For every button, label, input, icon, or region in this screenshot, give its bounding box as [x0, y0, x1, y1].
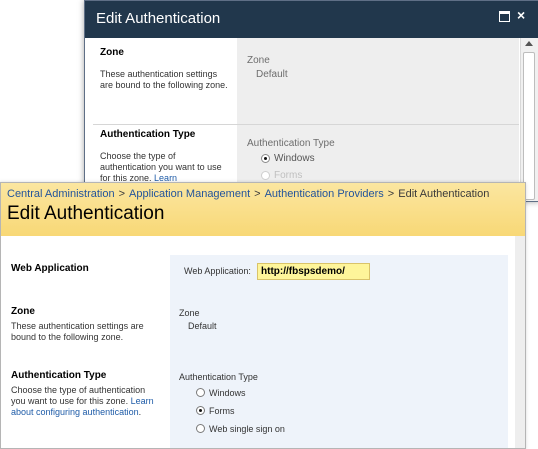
zone-section: Zone These authentication settings are b… — [5, 298, 508, 363]
scroll-up-arrow-icon[interactable] — [525, 41, 533, 46]
web-application-section: Web Application Web Application: http://… — [5, 255, 508, 298]
option-windows-label: Windows — [209, 388, 246, 398]
breadcrumb-application-management[interactable]: Application Management — [129, 188, 250, 200]
option-forms-label: Forms — [209, 406, 235, 416]
dialog-radio-windows[interactable] — [261, 154, 270, 163]
dialog-zone-description: These authentication settings are bound … — [100, 69, 228, 90]
authentication-type-description: Choose the type of authentication you wa… — [11, 385, 154, 417]
web-application-field-label: Web Application: — [184, 266, 251, 276]
option-web-single-sign-on-label: Web single sign on — [209, 424, 285, 434]
dialog-option-windows: Windows — [274, 153, 315, 164]
page-title: Edit Authentication — [7, 203, 165, 224]
page-scrollbar[interactable] — [515, 236, 525, 448]
dialog-title: Edit Authentication — [96, 10, 221, 27]
edit-authentication-dialog: Edit Authentication × Zone These authent… — [84, 0, 538, 202]
breadcrumb: Central Administration > Application Manag… — [7, 188, 490, 200]
dialog-title-bar: Edit Authentication × — [85, 1, 538, 38]
dialog-zone-section: Zone These authentication settings are b… — [89, 38, 519, 125]
page-header: Central Administration > Application Manag… — [1, 183, 525, 236]
maximize-icon[interactable] — [499, 11, 510, 22]
close-icon[interactable]: × — [517, 8, 528, 22]
radio-web-single-sign-on[interactable] — [196, 424, 205, 433]
dialog-radio-forms[interactable] — [261, 171, 270, 180]
dialog-zone-value: Default — [256, 69, 288, 80]
zone-label: Zone — [11, 306, 35, 317]
authentication-type-label: Authentication Type — [11, 370, 107, 381]
dialog-option-forms: Forms — [274, 170, 303, 181]
authentication-type-section: Authentication Type Choose the type of a… — [5, 363, 508, 448]
dialog-zone-value-label: Zone — [247, 55, 270, 66]
zone-value: Default — [188, 321, 217, 331]
breadcrumb-central-administration[interactable]: Central Administration — [7, 188, 115, 200]
web-application-label: Web Application — [11, 263, 89, 274]
dialog-auth-type-label: Authentication Type — [100, 129, 196, 140]
dialog-scrollbar[interactable] — [520, 38, 538, 201]
zone-value-label: Zone — [179, 308, 200, 318]
breadcrumb-authentication-providers[interactable]: Authentication Providers — [265, 188, 384, 200]
authentication-type-value-label: Authentication Type — [179, 372, 258, 382]
web-application-selector[interactable]: http://fbspsdemo/ — [257, 263, 370, 280]
dialog-body: Zone These authentication settings are b… — [89, 38, 519, 201]
edit-authentication-page: Central Administration > Application Manag… — [0, 182, 526, 449]
radio-forms[interactable] — [196, 406, 205, 415]
breadcrumb-current: Edit Authentication — [398, 188, 490, 200]
dialog-auth-type-description: Choose the type of authentication you wa… — [100, 151, 222, 183]
zone-description: These authentication settings are bound … — [11, 321, 144, 342]
dialog-zone-label: Zone — [100, 47, 124, 58]
radio-windows[interactable] — [196, 388, 205, 397]
dialog-auth-type-value-label: Authentication Type — [247, 138, 335, 149]
scrollbar-thumb[interactable] — [523, 52, 535, 200]
